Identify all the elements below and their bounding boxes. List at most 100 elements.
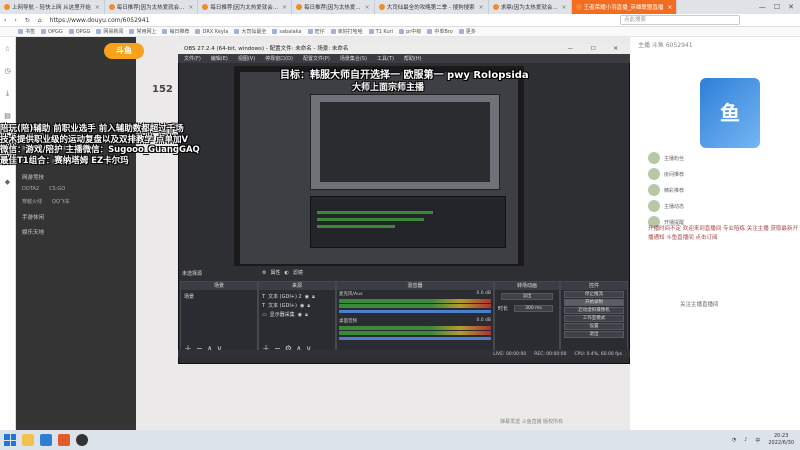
transition-select[interactable]: 淡出 bbox=[501, 293, 553, 300]
volume-slider[interactable] bbox=[339, 310, 491, 313]
right-banner-logo[interactable]: 鱼 bbox=[700, 78, 760, 148]
browser-tab-active[interactable]: 王者荣耀小羽直播_英雄联盟直播 × bbox=[571, 0, 678, 14]
obs-menu-item[interactable]: 视图(V) bbox=[238, 55, 255, 62]
close-tab-icon[interactable]: × bbox=[562, 4, 567, 11]
right-item[interactable]: 主播粉丝 bbox=[648, 150, 728, 166]
start-recording-button[interactable]: 开始录制 bbox=[564, 299, 624, 306]
obs-window-controls[interactable]: — ☐ ✕ bbox=[567, 44, 626, 54]
history-icon[interactable]: ◷ bbox=[4, 67, 10, 75]
bookmark-item[interactable]: 更多 bbox=[459, 28, 476, 35]
file-explorer-icon[interactable] bbox=[22, 434, 34, 446]
minimize-icon[interactable]: — bbox=[759, 3, 766, 11]
stop-streaming-button[interactable]: 停止推流 bbox=[564, 291, 624, 298]
browser-icon[interactable] bbox=[40, 434, 52, 446]
eye-icon[interactable]: ◉ bbox=[305, 294, 309, 300]
windows-start-icon[interactable] bbox=[4, 434, 16, 446]
close-tab-icon[interactable]: × bbox=[667, 4, 672, 11]
follow-button[interactable]: 关注主播直播间 bbox=[680, 300, 780, 310]
obs-menu-item[interactable]: 帮助(H) bbox=[404, 55, 422, 62]
volume-slider[interactable] bbox=[339, 337, 491, 340]
douyu-app-icon[interactable] bbox=[58, 434, 70, 446]
browser-tab[interactable]: 大司仙最全的攻略第二季 - 搜狗搜索 × bbox=[375, 0, 489, 14]
bookmark-item[interactable]: 中单Bro bbox=[427, 28, 452, 35]
douyu-logo[interactable]: 斗鱼 bbox=[104, 43, 144, 59]
bookmark-item[interactable]: OPGG bbox=[69, 29, 91, 35]
category-item[interactable]: DOTA2 bbox=[22, 186, 39, 192]
close-tab-icon[interactable]: × bbox=[95, 4, 100, 11]
source-item[interactable]: ▭ 显示器采集 ◉ 🔒︎ bbox=[262, 310, 332, 319]
bookmark-item[interactable]: 书签 bbox=[18, 28, 35, 35]
refresh-icon[interactable]: ↻ bbox=[25, 17, 30, 24]
forward-icon[interactable]: › bbox=[14, 17, 16, 24]
close-tab-icon[interactable]: × bbox=[188, 4, 193, 11]
close-tab-icon[interactable]: × bbox=[365, 4, 370, 11]
exit-button[interactable]: 退出 bbox=[564, 331, 624, 338]
close-tab-icon[interactable]: × bbox=[282, 4, 287, 11]
virtual-camera-button[interactable]: 启动虚拟摄像机 bbox=[564, 307, 624, 314]
bookmark-item[interactable]: 旺仔 bbox=[308, 28, 325, 35]
browser-tab[interactable]: 每日推荐|因为太热爱就会... × bbox=[105, 0, 199, 14]
gear-icon[interactable]: ⚙ bbox=[262, 270, 266, 276]
obs-menu-item[interactable]: 文件(F) bbox=[184, 55, 201, 62]
category-item[interactable]: QQ飞车 bbox=[52, 198, 70, 205]
clock[interactable]: 20:23 2022/6/30 bbox=[768, 433, 794, 447]
properties-button[interactable]: 属性 bbox=[270, 269, 280, 276]
browser-tab[interactable]: 每日推荐|因为太热爱就会... × bbox=[198, 0, 293, 14]
category-section[interactable]: 网游竞技 bbox=[16, 168, 136, 183]
studio-mode-button[interactable]: 工作室模式 bbox=[564, 315, 624, 322]
filter-icon[interactable]: ◐ bbox=[285, 270, 289, 276]
eye-icon[interactable]: ◉ bbox=[300, 303, 304, 309]
lock-icon[interactable]: 🔒︎ bbox=[307, 303, 310, 309]
lock-icon[interactable]: 🔒︎ bbox=[305, 312, 308, 318]
bookmark-item[interactable]: 常用网上 bbox=[129, 28, 156, 35]
game-icon[interactable]: ◆ bbox=[5, 178, 10, 186]
browser-tab[interactable]: 上网导航 - 轻快上网 从这里开始 × bbox=[0, 0, 105, 14]
note-icon[interactable]: ▤ bbox=[4, 112, 11, 120]
home-icon[interactable]: ⌂ bbox=[38, 17, 42, 24]
scene-item[interactable]: 场景 bbox=[184, 292, 254, 301]
bookmark-item[interactable]: 网易新闻 bbox=[96, 28, 123, 35]
right-item[interactable]: 主播动态 bbox=[648, 198, 728, 214]
back-icon[interactable]: ‹ bbox=[4, 17, 6, 24]
download-icon[interactable]: ⤓ bbox=[6, 89, 9, 98]
close-tab-icon[interactable]: × bbox=[479, 4, 484, 11]
bookmark-item[interactable]: DRX Keyla bbox=[195, 29, 228, 35]
category-section[interactable]: 手游休闲 bbox=[16, 208, 136, 223]
bookmark-item[interactable]: T1 Kuri bbox=[369, 29, 393, 35]
bookmark-item[interactable]: 每日推荐 bbox=[162, 28, 189, 35]
category-item[interactable]: CS:GO bbox=[49, 186, 65, 192]
obs-menu-item[interactable]: 停靠窗口(D) bbox=[265, 55, 293, 62]
url-field[interactable]: https://www.douyu.com/6052941 bbox=[50, 17, 150, 24]
right-item[interactable]: 房间推荐 bbox=[648, 166, 728, 182]
obs-app-icon[interactable] bbox=[76, 434, 88, 446]
category-item[interactable]: 穿越火线 bbox=[22, 198, 42, 205]
source-item[interactable]: T 文本 (GDI+) ◉ 🔒︎ bbox=[262, 301, 332, 310]
bookmark-item[interactable]: 幸好打哈哈 bbox=[331, 28, 363, 35]
obs-menu-item[interactable]: 配置文件(P) bbox=[303, 55, 330, 62]
obs-menu-item[interactable]: 场景集合(S) bbox=[340, 55, 367, 62]
bookmark-item[interactable]: OPGG bbox=[41, 29, 63, 35]
obs-menu-item[interactable]: 编辑(E) bbox=[211, 55, 228, 62]
live-status: LIVE: 00:00:00 bbox=[493, 351, 527, 357]
close-window-icon[interactable]: ✕ bbox=[788, 3, 794, 11]
volume-icon[interactable]: ♪ bbox=[744, 437, 747, 443]
bookmark-item[interactable]: pr中级 bbox=[399, 28, 421, 35]
input-language[interactable]: 中 bbox=[755, 437, 760, 444]
filters-button[interactable]: 滤镜 bbox=[293, 269, 303, 276]
star-icon[interactable]: ☆ bbox=[4, 45, 10, 53]
obs-menu-item[interactable]: 工具(T) bbox=[377, 55, 394, 62]
browser-search-input[interactable]: 点此搜索 bbox=[620, 15, 740, 25]
wifi-icon[interactable]: ◔ bbox=[732, 437, 736, 443]
maximize-icon[interactable]: ☐ bbox=[774, 3, 780, 11]
duration-input[interactable]: 300 ms bbox=[514, 305, 553, 312]
lock-icon[interactable]: 🔒︎ bbox=[312, 294, 315, 300]
browser-tab[interactable]: 每日推荐|因为太热爱... × bbox=[292, 0, 375, 14]
eye-icon[interactable]: ◉ bbox=[298, 312, 302, 318]
category-section[interactable]: 娱乐天地 bbox=[16, 223, 136, 238]
browser-tab[interactable]: 求鼎(因为太热爱就会... × bbox=[489, 0, 572, 14]
source-item[interactable]: T 文本 (GDI+) 2 ◉ 🔒︎ bbox=[262, 292, 332, 301]
bookmark-item[interactable]: 大司仙最全 bbox=[234, 28, 266, 35]
right-item[interactable]: 精彩推荐 bbox=[648, 182, 728, 198]
bookmark-item[interactable]: sabalaka bbox=[272, 29, 301, 35]
settings-button[interactable]: 设置 bbox=[564, 323, 624, 330]
